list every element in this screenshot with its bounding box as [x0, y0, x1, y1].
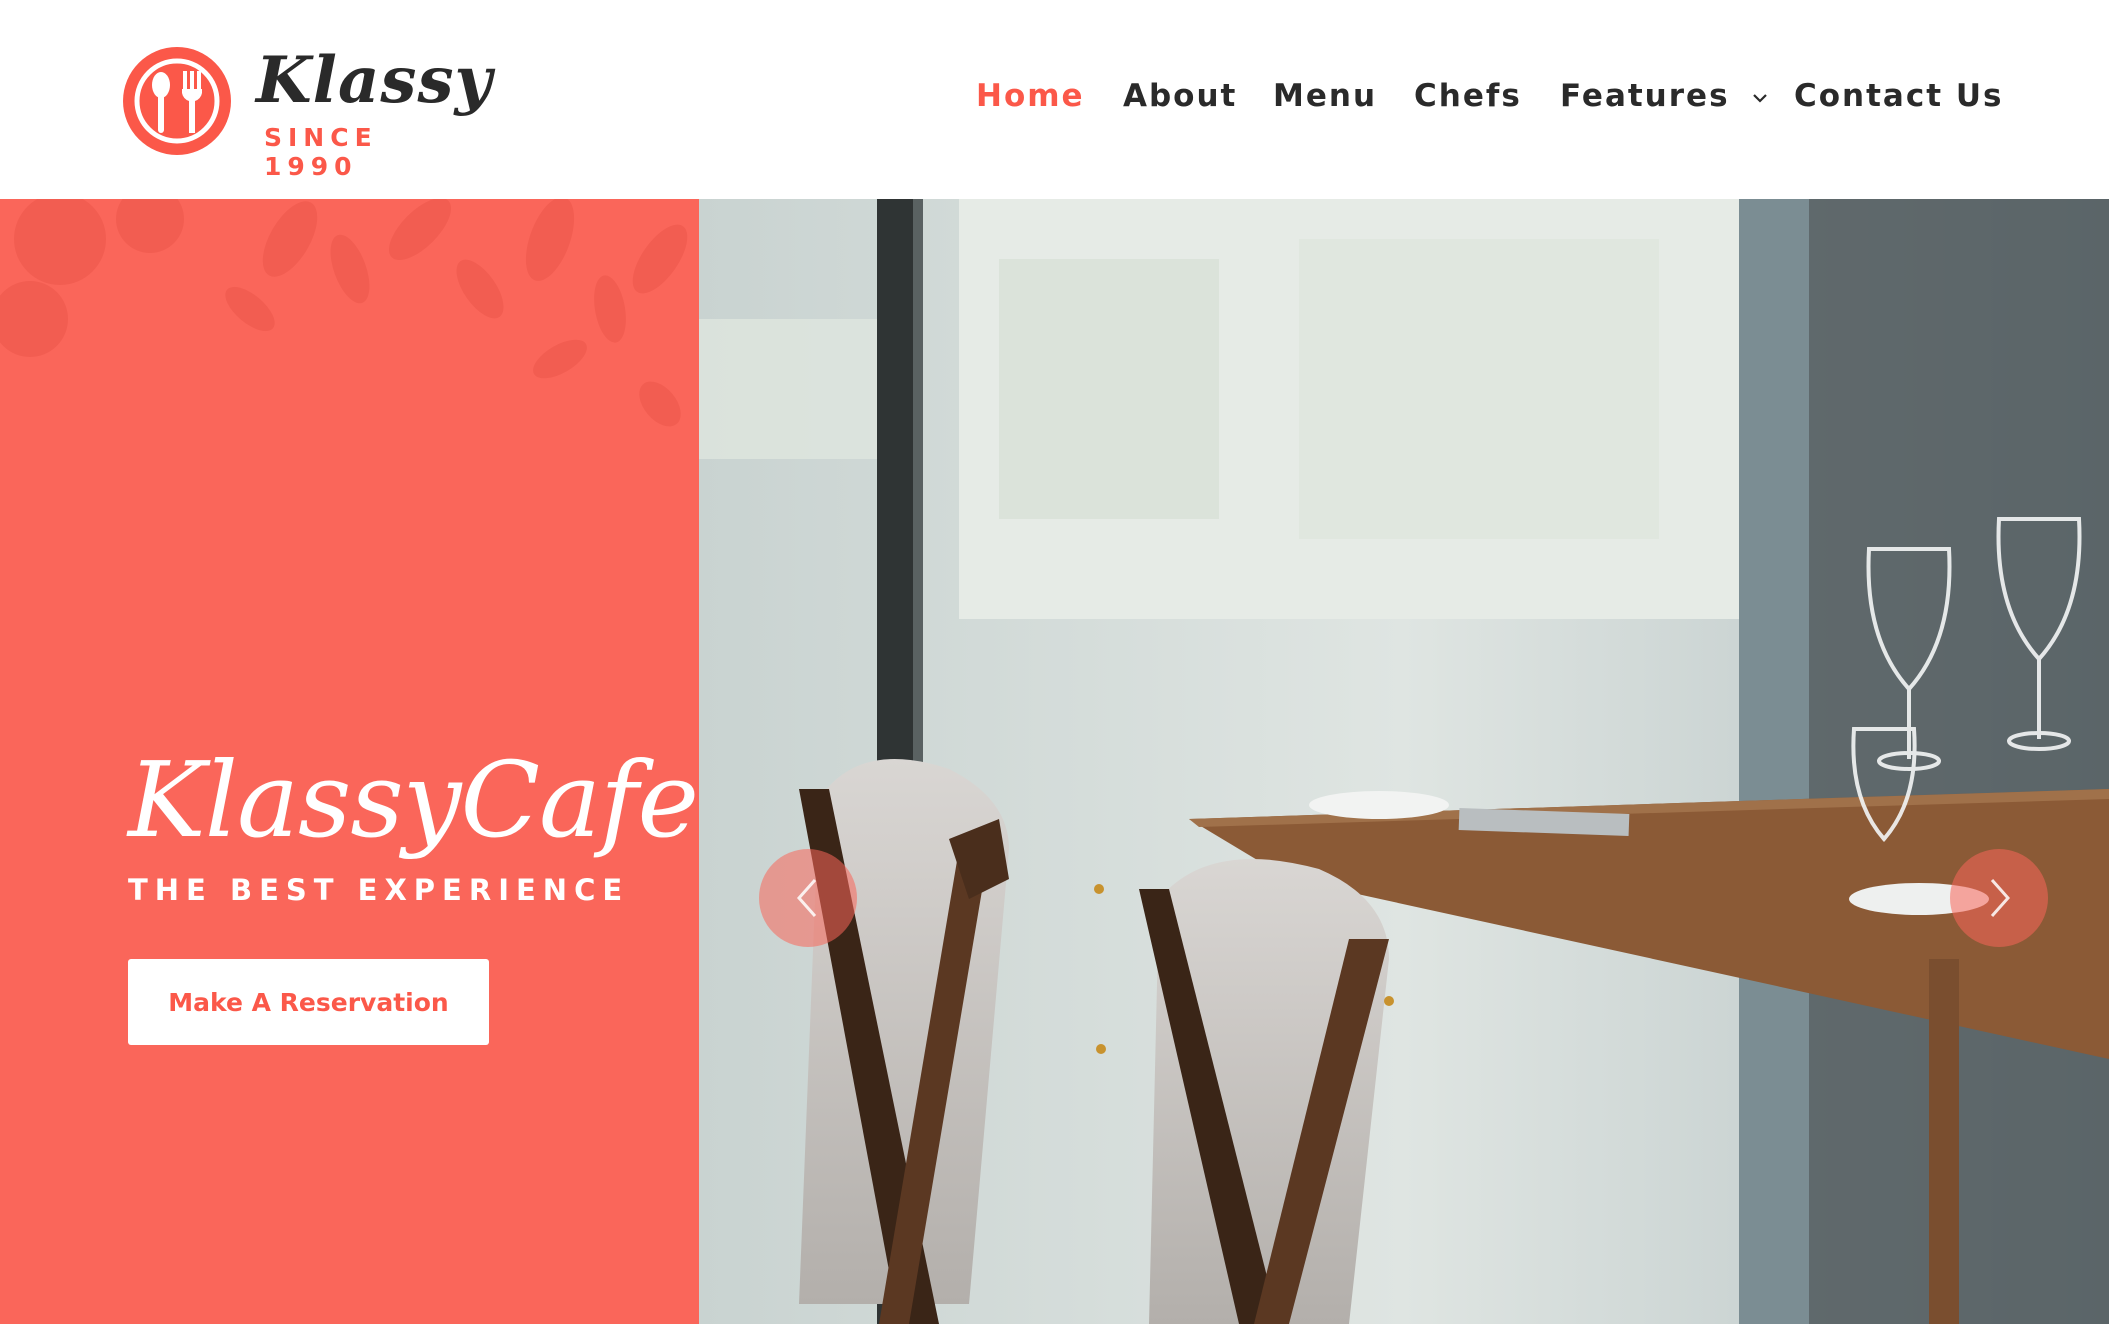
leaf-pattern-decoration [0, 199, 688, 427]
logo-since: SINCE 1990 [264, 123, 378, 181]
nav-contact-us[interactable]: Contact Us [1794, 78, 2003, 114]
restaurant-scene-image [699, 199, 2109, 1324]
hero-section: KlassyCafe THE BEST EXPERIENCE Make A Re… [0, 199, 2109, 1324]
hero-text-panel: KlassyCafe THE BEST EXPERIENCE Make A Re… [0, 199, 699, 1324]
nav-features-label: Features [1560, 78, 1730, 114]
chevron-left-icon [796, 879, 817, 917]
site-header: Klassy SINCE 1990 Home About Menu Chefs … [0, 0, 2109, 199]
chevron-down-icon [1753, 93, 1768, 103]
nav-features[interactable]: Features [1560, 78, 1768, 114]
nav-chefs[interactable]: Chefs [1414, 78, 1522, 114]
make-reservation-button[interactable]: Make A Reservation [128, 959, 489, 1045]
hero-restaurant-photo [699, 199, 2109, 1324]
hero-title: KlassyCafe [128, 739, 699, 861]
nav-menu[interactable]: Menu [1273, 78, 1377, 114]
main-nav: Home About Menu Chefs Features Contact U… [0, 78, 2109, 122]
nav-about[interactable]: About [1123, 78, 1237, 114]
chevron-right-icon [1990, 879, 2011, 917]
hero-tagline: THE BEST EXPERIENCE [128, 873, 630, 907]
nav-home[interactable]: Home [976, 78, 1085, 114]
slider-prev-button[interactable] [759, 849, 857, 947]
slider-next-button[interactable] [1950, 849, 2048, 947]
